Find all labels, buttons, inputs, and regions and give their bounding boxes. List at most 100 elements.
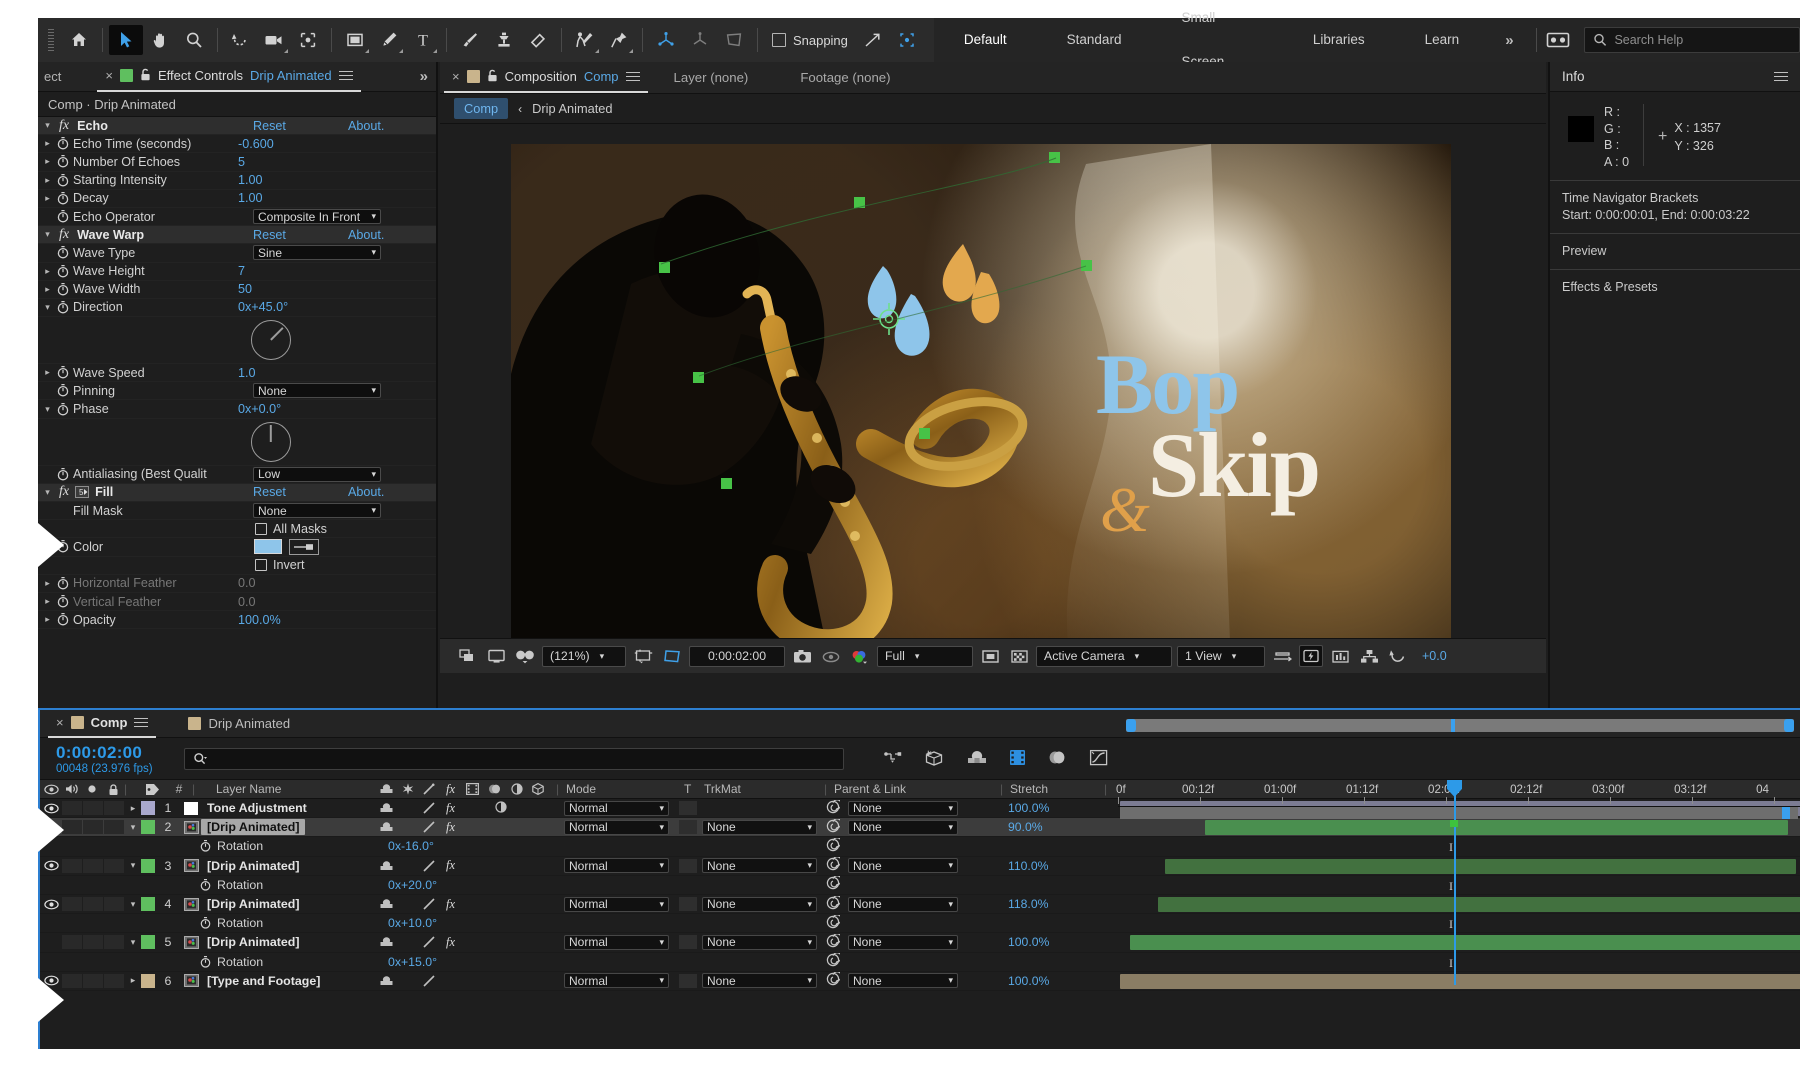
effects-presets-panel-collapsed[interactable]: Effects & Presets [1550,269,1800,305]
adjustment-layer-switch[interactable] [495,801,507,816]
zoom-tool[interactable] [177,25,211,55]
puppet-pin-tool[interactable] [602,25,636,55]
rotation-tool[interactable] [223,25,257,55]
panel-menu-icon[interactable] [339,68,353,83]
close-icon[interactable]: × [105,68,113,83]
property-value[interactable]: 5 [238,155,245,169]
parent-dropdown[interactable]: None▾ [848,858,958,873]
property-value[interactable]: 0.0 [238,595,256,609]
world-axis-mode[interactable] [683,25,717,55]
current-time-display[interactable]: 0:00:02:00 00048 (23.976 fps) [40,743,170,775]
workspace-standard[interactable]: Standard [1037,18,1152,62]
draft-3d-icon[interactable] [925,749,945,769]
effect-about-button[interactable]: About. [348,485,384,499]
property-pinning[interactable]: PinningNone▾ [38,382,436,400]
layer-mode-dropdown[interactable]: Normal▾ [564,858,669,873]
lock-switch[interactable] [104,935,124,949]
property-disclosure-icon[interactable]: ▸ [42,284,53,295]
timeline-layer-rows[interactable]: ▸1Tone AdjustmentfxNormal▾None▾100.0%▾2[… [40,799,1800,991]
audio-switch[interactable] [62,801,82,815]
time-navigator-start-handle[interactable] [1126,719,1136,732]
breadcrumb-drip-animated[interactable]: Drip Animated [532,101,612,116]
lock-icon[interactable] [487,69,498,85]
property-value[interactable]: 0x+15.0° [388,955,437,969]
stopwatch-icon[interactable] [57,192,69,205]
property-pick-whip[interactable] [826,953,840,970]
pen-tool[interactable] [372,25,406,55]
stopwatch-icon[interactable] [200,917,211,929]
timeline-layer-row[interactable]: ▾3[Drip Animated]fxNormal▾None▾None▾110.… [40,857,1800,876]
layer-disclosure-icon[interactable]: ▾ [125,899,141,910]
stopwatch-icon[interactable] [57,384,69,397]
workspace-libraries[interactable]: Libraries [1283,18,1395,62]
eyedropper-icon[interactable] [289,539,319,555]
property-color[interactable]: Color [38,538,436,556]
layer-name[interactable]: [Drip Animated] [201,935,299,949]
comp-flowchart-icon[interactable] [1357,645,1381,667]
layer-stretch-value[interactable]: 100.0% [1008,974,1049,988]
property-dropdown[interactable]: Low▾ [253,467,381,482]
snap-arrow-icon[interactable] [856,25,890,55]
stopwatch-icon[interactable] [200,879,211,891]
keyframe-navigator[interactable]: I [1449,917,1453,932]
effect-about-button[interactable]: About. [348,228,384,242]
property-value[interactable]: 1.00 [238,173,263,187]
column-header-parent[interactable]: Parent & Link [834,782,906,796]
property-value[interactable]: 0x-16.0° [388,839,434,853]
region-of-interest-icon[interactable] [660,645,684,667]
tab-composition[interactable]: × Composition Comp [444,63,648,93]
property-wave-width[interactable]: ▸Wave Width50 [38,281,436,299]
pan-behind-tool[interactable] [291,25,325,55]
property-starting-intensity[interactable]: ▸Starting Intensity1.00 [38,172,436,190]
parent-pick-whip[interactable] [826,819,840,836]
toggle-mask-icon[interactable] [1007,645,1031,667]
layer-mode-dropdown[interactable]: Normal▾ [564,820,669,835]
timeline-layer-row[interactable]: ▾4[Drip Animated]fxNormal▾None▾None▾118.… [40,895,1800,914]
layer-label-color[interactable] [141,801,155,815]
pixel-aspect-icon[interactable] [1270,645,1294,667]
parent-dropdown[interactable]: None▾ [848,820,958,835]
lock-icon[interactable] [140,68,151,84]
timeline-graph-icon[interactable] [1328,645,1352,667]
layer-label-color[interactable] [141,820,155,834]
property-echo-operator[interactable]: Echo OperatorComposite In Front▾ [38,208,436,226]
enable-frame-blending-icon[interactable] [1009,749,1026,769]
comp-marker[interactable] [1450,820,1458,827]
hand-tool[interactable] [143,25,177,55]
preserve-transparency-toggle[interactable] [679,859,697,873]
tab-effect-controls[interactable]: × Effect Controls Drip Animated [97,62,360,92]
property-invert[interactable]: Invert [38,557,436,575]
layer-name[interactable]: [Drip Animated] [201,897,299,911]
effect-about-button[interactable]: About. [348,119,384,133]
camera-selector[interactable]: Active Camera ▾ [1036,646,1172,667]
project-tab-truncated[interactable]: ect [38,69,61,84]
effect-disclosure-icon[interactable]: ▾ [42,229,53,240]
property-direction[interactable]: ▾Direction0x+45.0° [38,299,436,317]
tab-footage[interactable]: Footage (none) [774,70,916,85]
color-swatch[interactable] [254,539,282,554]
3d-glasses-icon[interactable] [513,645,537,667]
audio-switch[interactable] [62,820,82,834]
column-header-t[interactable]: T [684,782,691,796]
property-dropdown[interactable]: None▾ [253,503,381,518]
property-pick-whip[interactable] [826,915,840,932]
lock-switch[interactable] [104,801,124,815]
workspace-learn[interactable]: Learn [1395,18,1490,62]
preserve-transparency-toggle[interactable] [679,935,697,949]
property-echo-time-seconds[interactable]: ▸Echo Time (seconds)-0.600 [38,135,436,153]
stopwatch-icon[interactable] [57,595,69,608]
parent-pick-whip[interactable] [826,857,840,874]
audio-switch[interactable] [62,897,82,911]
layer-label-color[interactable] [141,935,155,949]
solo-switch[interactable] [83,820,103,834]
solo-switch[interactable] [83,801,103,815]
property-disclosure-icon[interactable]: ▾ [42,302,53,313]
stopwatch-icon[interactable] [57,301,69,314]
breadcrumb-comp[interactable]: Comp [454,98,508,119]
property-value[interactable]: -0.600 [238,137,274,151]
property-phase[interactable]: ▾Phase0x+0.0° [38,400,436,418]
stopwatch-icon[interactable] [57,265,69,278]
property-disclosure-icon[interactable]: ▸ [42,367,53,378]
keyframe-navigator[interactable]: I [1449,879,1453,894]
property-disclosure-icon[interactable]: ▸ [42,578,53,589]
